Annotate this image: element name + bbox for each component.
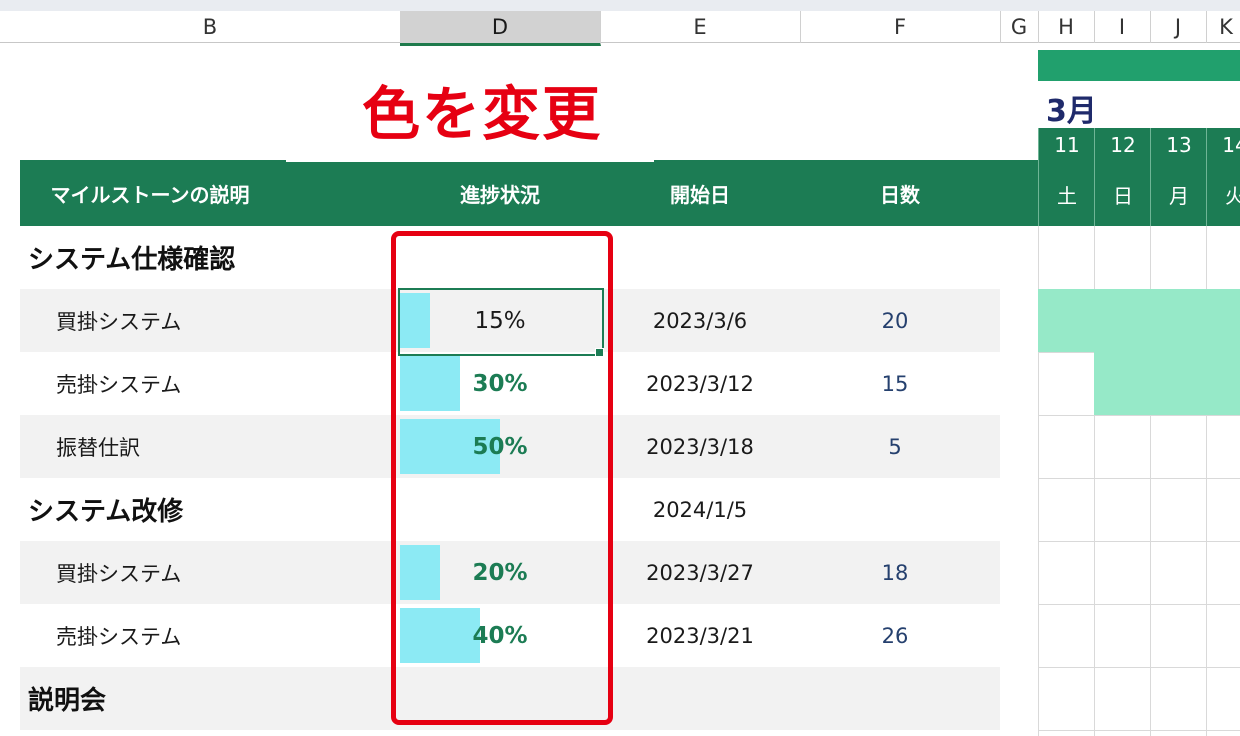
start-date[interactable]: 2024/1/5	[600, 478, 800, 541]
header-start-date: 開始日	[670, 182, 730, 207]
gantt-date-number: 11	[1038, 128, 1095, 162]
column-header-f[interactable]: F	[800, 11, 1001, 43]
header-days: 日数	[880, 182, 920, 207]
column-header-g[interactable]: G	[1000, 11, 1039, 43]
group-title: システム仕様確認	[28, 245, 236, 275]
gantt-date-number: 14	[1206, 128, 1240, 162]
gantt-weekday: 土	[1038, 162, 1095, 226]
task-title: 買掛システム	[56, 309, 182, 334]
start-date[interactable]	[600, 667, 800, 730]
start-date[interactable]: 2023/3/18	[600, 415, 800, 478]
days-count[interactable]	[800, 226, 990, 289]
task-title: 売掛システム	[56, 624, 182, 649]
gantt-gridline	[1038, 478, 1240, 479]
gantt-weekday: 火	[1206, 162, 1240, 226]
gantt-gridline	[1038, 667, 1240, 668]
gantt-bar-task-1[interactable]	[1038, 289, 1240, 352]
column-header-h[interactable]: H	[1038, 11, 1095, 43]
days-count[interactable]	[800, 478, 990, 541]
days-count[interactable]: 18	[800, 541, 990, 604]
days-count[interactable]: 5	[800, 415, 990, 478]
start-date[interactable]: 2023/3/12	[600, 352, 800, 415]
annotation-text: 色を変更	[362, 80, 603, 148]
column-header-i[interactable]: I	[1094, 11, 1151, 43]
gantt-gridline	[1038, 415, 1240, 416]
days-count[interactable]: 26	[800, 604, 990, 667]
column-letter: E	[693, 15, 707, 39]
gantt-weekday: 日	[1094, 162, 1151, 226]
column-letter: F	[893, 15, 907, 39]
gantt-weekday: 月	[1150, 162, 1207, 226]
start-date[interactable]: 2023/3/27	[600, 541, 800, 604]
group-title: 説明会	[28, 686, 107, 716]
column-letter: K	[1219, 15, 1233, 39]
column-letter: J	[1174, 15, 1182, 39]
task-title: 買掛システム	[56, 561, 182, 586]
start-date[interactable]	[600, 226, 800, 289]
column-letter: D	[491, 15, 509, 39]
gantt-title-bar	[1038, 50, 1240, 81]
column-header-k[interactable]: K	[1206, 11, 1240, 43]
column-headers: B D E F G H I J K	[0, 11, 1240, 46]
gantt-date-number: 12	[1094, 128, 1151, 162]
ribbon-edge	[0, 0, 1240, 11]
column-header-e[interactable]: E	[600, 11, 801, 43]
column-header-b[interactable]: B	[20, 11, 401, 43]
task-title: 売掛システム	[56, 372, 182, 397]
task-title: 振替仕訳	[56, 435, 140, 460]
days-count[interactable]: 15	[800, 352, 990, 415]
gantt-month: 3月	[1046, 94, 1097, 129]
highlight-box	[391, 231, 613, 725]
column-letter: I	[1118, 15, 1126, 39]
gantt-gridline	[1038, 604, 1240, 605]
days-count[interactable]: 20	[800, 289, 990, 352]
column-letter: B	[202, 15, 218, 39]
start-date[interactable]: 2023/3/21	[600, 604, 800, 667]
start-date[interactable]: 2023/3/6	[600, 289, 800, 352]
gantt-date-number: 13	[1150, 128, 1207, 162]
column-letter: G	[1010, 15, 1028, 39]
group-title: システム改修	[28, 497, 184, 527]
gantt-bar-task-2[interactable]	[1094, 352, 1240, 415]
gantt-gridline	[1038, 730, 1240, 731]
column-letter: H	[1058, 15, 1074, 39]
header-description: マイルストーンの説明	[50, 182, 250, 207]
days-count[interactable]	[800, 667, 990, 730]
gantt-gridline	[1038, 541, 1240, 542]
column-header-j[interactable]: J	[1150, 11, 1207, 43]
column-header-d[interactable]: D	[400, 11, 601, 46]
header-progress: 進捗状況	[460, 182, 540, 207]
